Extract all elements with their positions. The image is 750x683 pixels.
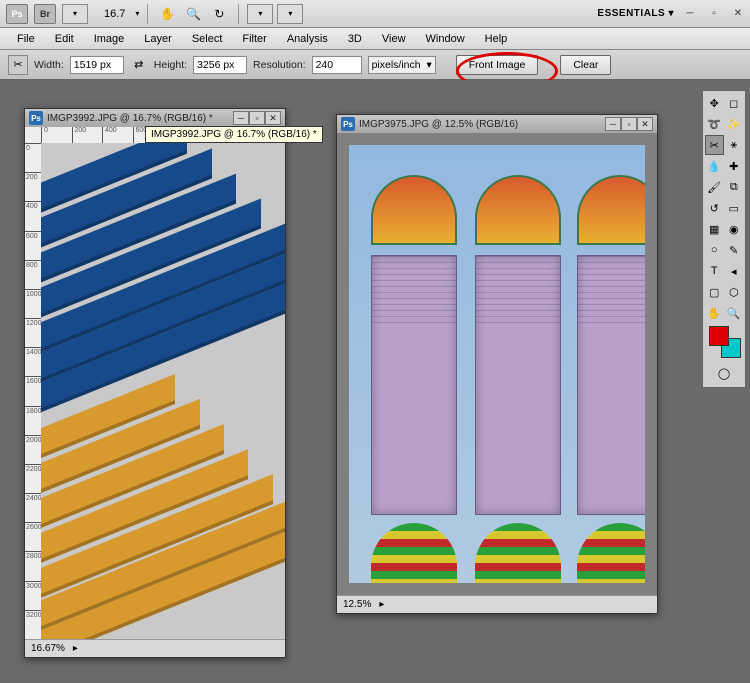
options-bar: ✂ Width: ⇄ Height: Resolution: pixels/in… — [0, 50, 750, 80]
slice-tool[interactable]: ⚹ — [725, 135, 744, 155]
arrange-flydown[interactable]: ▾ — [247, 4, 273, 24]
stamp-tool[interactable]: ⧉ — [725, 177, 744, 197]
hand-icon[interactable]: ✋ — [156, 4, 178, 24]
menu-file[interactable]: File — [8, 31, 44, 47]
rotate-view-icon[interactable]: ↻ — [208, 4, 230, 24]
tools-panel: ✥ ◻ ➰ ✨ ✂ ⚹ 💧 ✚ 🖌 ⧉ ↺ ▭ ▦ ◉ ○ ✎ T ◂ ▢ ⬡ … — [702, 90, 746, 388]
zoom-tool-icon[interactable]: 🔍 — [182, 4, 204, 24]
width-label: Width: — [34, 59, 64, 71]
clear-button[interactable]: Clear — [560, 55, 611, 75]
ps-icon[interactable]: Ps — [6, 4, 28, 24]
menu-select[interactable]: Select — [183, 31, 232, 47]
menu-help[interactable]: Help — [476, 31, 517, 47]
front-image-button[interactable]: Front Image — [456, 55, 539, 75]
menu-edit[interactable]: Edit — [46, 31, 83, 47]
workspace: Ps IMGP3992.JPG @ 16.7% (RGB/16) * ─ ▫ ✕… — [0, 80, 750, 683]
doc2-title: IMGP3975.JPG @ 12.5% (RGB/16) — [359, 119, 601, 130]
zoom-tool[interactable]: 🔍 — [725, 303, 744, 323]
crop-tool[interactable]: ✂ — [705, 135, 724, 155]
zoom-level[interactable]: 16.7 — [104, 8, 125, 20]
quickmask-icon[interactable]: ◯ — [705, 361, 743, 385]
restore-app-icon[interactable]: ▫ — [706, 7, 722, 21]
doc1-zoom-readout[interactable]: 16.67% — [31, 643, 65, 654]
doc2-status-flyout-icon[interactable]: ▸ — [379, 599, 384, 610]
bridge-icon[interactable]: Br — [34, 4, 56, 24]
gradient-tool[interactable]: ▦ — [705, 219, 724, 239]
screen-mode-flydown[interactable]: ▾ — [277, 4, 303, 24]
path-select-tool[interactable]: ◂ — [725, 261, 744, 281]
close-app-icon[interactable]: ✕ — [730, 7, 746, 21]
menu-filter[interactable]: Filter — [233, 31, 275, 47]
wand-tool[interactable]: ✨ — [725, 114, 744, 134]
hand-tool[interactable]: ✋ — [705, 303, 724, 323]
doc1-close-icon[interactable]: ✕ — [265, 111, 281, 125]
menu-view[interactable]: View — [373, 31, 415, 47]
workspace-switcher[interactable]: ESSENTIALS ▾ — [597, 8, 674, 19]
dodge-tool[interactable]: ○ — [705, 240, 724, 260]
doc1-canvas[interactable] — [41, 143, 285, 639]
type-tool[interactable]: T — [705, 261, 724, 281]
doc2-maximize-icon[interactable]: ▫ — [621, 117, 637, 131]
doc1-maximize-icon[interactable]: ▫ — [249, 111, 265, 125]
doc2-minimize-icon[interactable]: ─ — [605, 117, 621, 131]
move-tool[interactable]: ✥ — [705, 93, 724, 113]
document-window-2[interactable]: Ps IMGP3975.JPG @ 12.5% (RGB/16) ─ ▫ ✕ — [336, 114, 658, 614]
3d-tool[interactable]: ⬡ — [725, 282, 744, 302]
layout-flydown[interactable]: ▾ — [62, 4, 88, 24]
color-swatch[interactable] — [705, 324, 743, 360]
menu-3d[interactable]: 3D — [339, 31, 371, 47]
menu-window[interactable]: Window — [417, 31, 474, 47]
swap-dims-icon[interactable]: ⇄ — [130, 56, 148, 74]
spot-heal-tool[interactable]: ✚ — [725, 156, 744, 176]
resolution-label: Resolution: — [253, 59, 306, 71]
app-bar: Ps Br ▾ 16.7 ▾ ✋ 🔍 ↻ ▾ ▾ ESSENTIALS ▾ ─ … — [0, 0, 750, 28]
blur-tool[interactable]: ◉ — [725, 219, 744, 239]
history-brush-tool[interactable]: ↺ — [705, 198, 724, 218]
height-label: Height: — [154, 59, 187, 71]
ps-doc-icon: Ps — [29, 111, 43, 125]
ps-doc-icon: Ps — [341, 117, 355, 131]
eraser-tool[interactable]: ▭ — [725, 198, 744, 218]
doc1-titlebar[interactable]: Ps IMGP3992.JPG @ 16.7% (RGB/16) * ─ ▫ ✕ — [25, 109, 285, 127]
menu-image[interactable]: Image — [85, 31, 134, 47]
shape-tool[interactable]: ▢ — [705, 282, 724, 302]
doc2-titlebar[interactable]: Ps IMGP3975.JPG @ 12.5% (RGB/16) ─ ▫ ✕ — [337, 115, 657, 133]
doc2-zoom-readout[interactable]: 12.5% — [343, 599, 371, 610]
resolution-input[interactable] — [312, 56, 362, 74]
eyedropper-tool[interactable]: 💧 — [705, 156, 724, 176]
doc1-tooltip: IMGP3992.JPG @ 16.7% (RGB/16) * — [145, 126, 323, 143]
marquee-tool[interactable]: ◻ — [725, 93, 744, 113]
pen-tool[interactable]: ✎ — [725, 240, 744, 260]
doc2-close-icon[interactable]: ✕ — [637, 117, 653, 131]
menu-layer[interactable]: Layer — [135, 31, 181, 47]
doc2-canvas[interactable] — [337, 133, 657, 595]
lasso-tool[interactable]: ➰ — [705, 114, 724, 134]
doc1-status-flyout-icon[interactable]: ▸ — [73, 643, 78, 654]
doc1-minimize-icon[interactable]: ─ — [233, 111, 249, 125]
height-input[interactable] — [193, 56, 247, 74]
doc1-title: IMGP3992.JPG @ 16.7% (RGB/16) * — [47, 113, 229, 124]
fg-color-icon[interactable] — [709, 326, 729, 346]
doc1-ruler-vertical[interactable]: 0200 400600 8001000 12001400 16001800 20… — [25, 143, 41, 639]
doc1-status: 16.67% ▸ — [25, 639, 285, 657]
zoom-dropdown-icon[interactable]: ▾ — [135, 9, 139, 18]
resolution-unit-select[interactable]: pixels/inch ▾ — [368, 56, 436, 74]
menu-analysis[interactable]: Analysis — [278, 31, 337, 47]
doc2-status: 12.5% ▸ — [337, 595, 657, 613]
brush-tool[interactable]: 🖌 — [705, 177, 724, 197]
crop-tool-preset-icon[interactable]: ✂ — [8, 55, 28, 75]
width-input[interactable] — [70, 56, 124, 74]
menu-bar: File Edit Image Layer Select Filter Anal… — [0, 28, 750, 50]
minimize-app-icon[interactable]: ─ — [682, 7, 698, 21]
document-window-1[interactable]: Ps IMGP3992.JPG @ 16.7% (RGB/16) * ─ ▫ ✕… — [24, 108, 286, 658]
